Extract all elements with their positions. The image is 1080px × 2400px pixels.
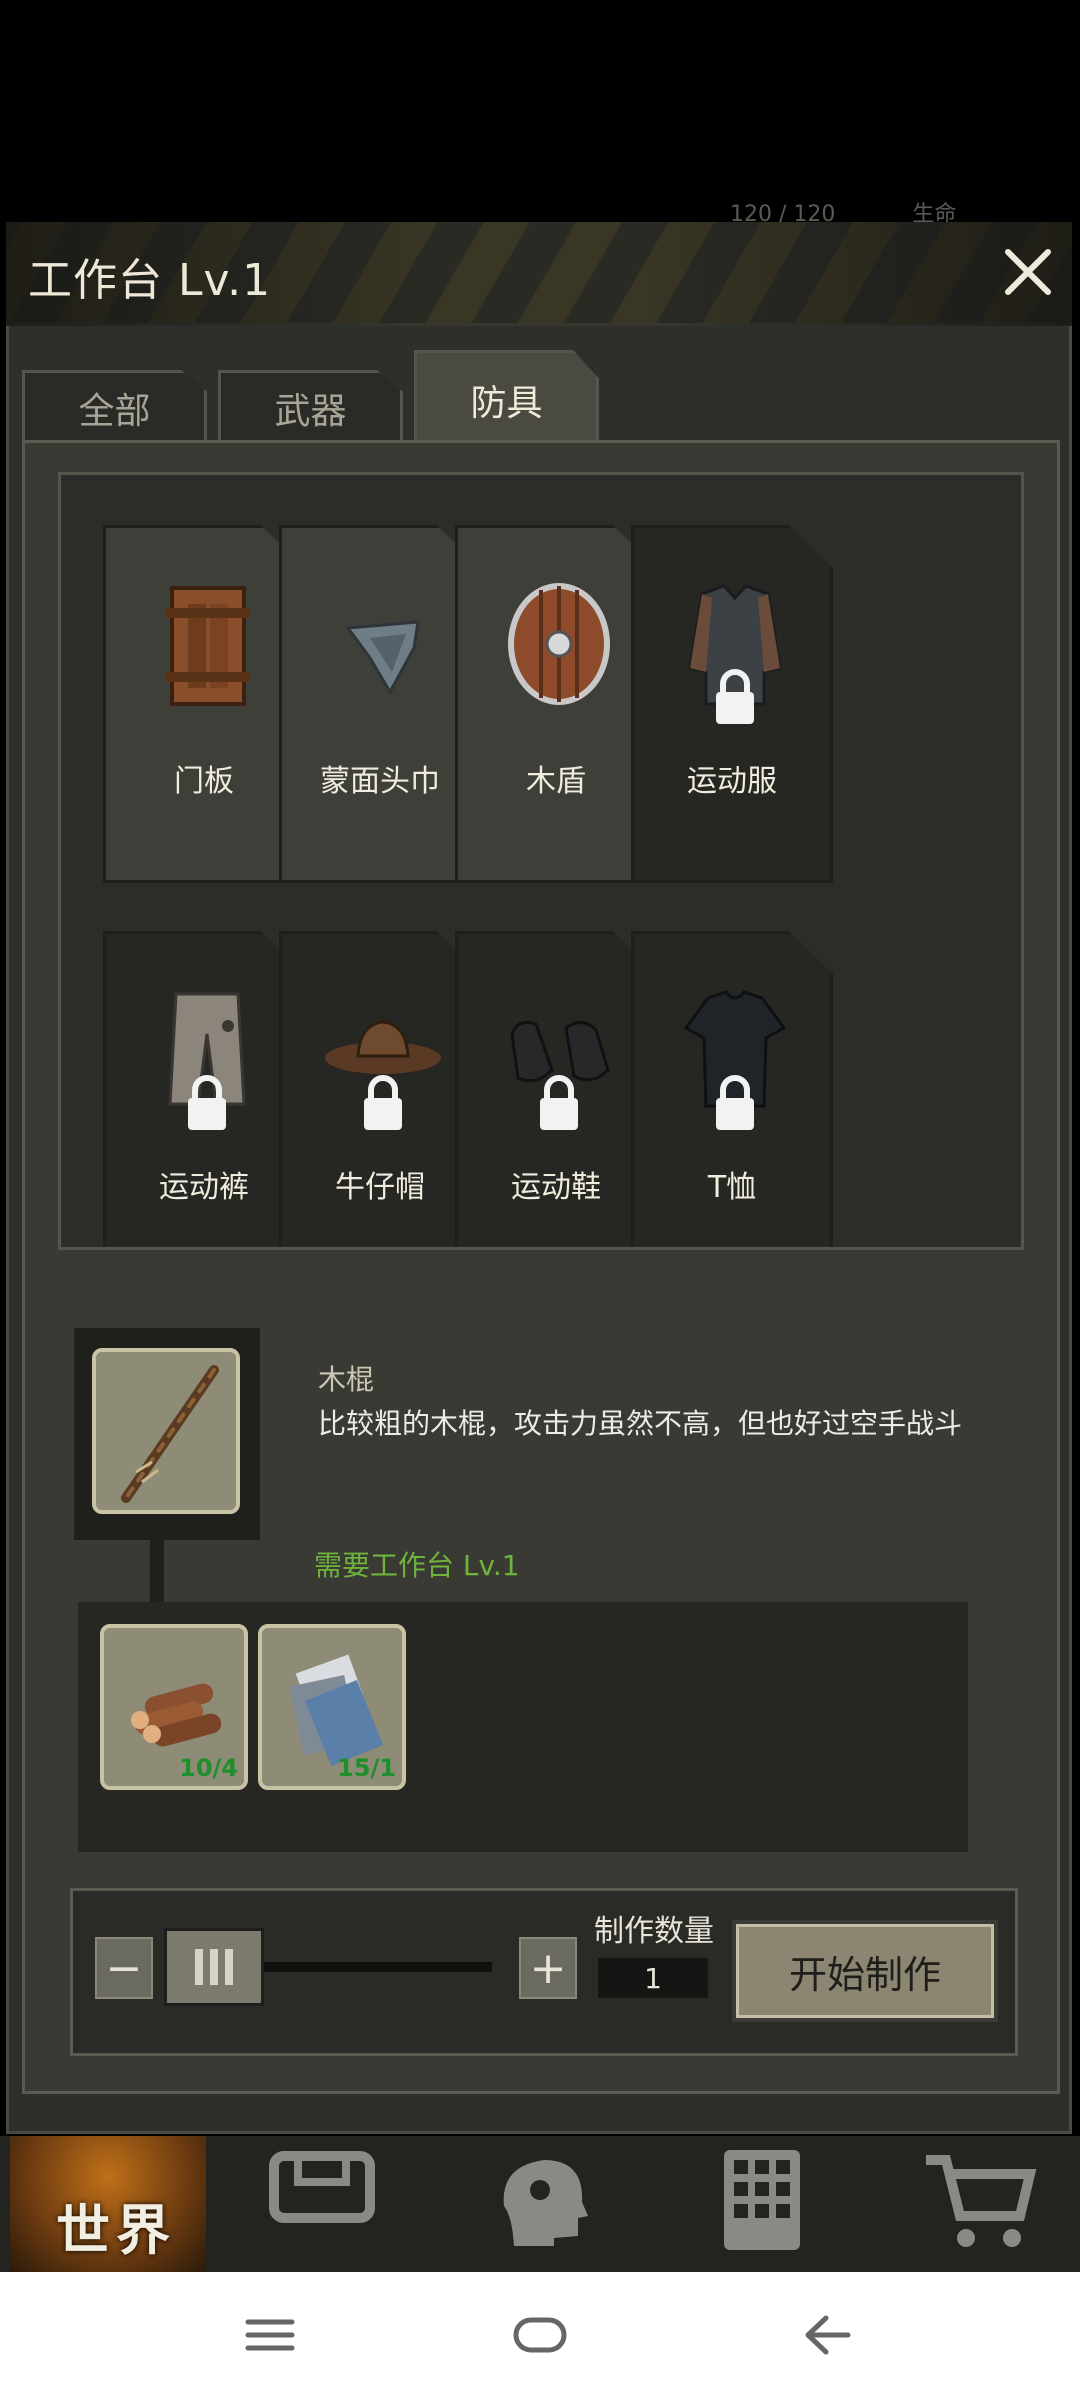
item-card-sports-jacket[interactable]: 运动服 [631,525,833,883]
recipe-requirement: 需要工作台 Lv.1 [314,1549,520,1582]
recipe-name: 木棍 [318,1363,375,1396]
quantity-value[interactable]: 1 [598,1958,708,1998]
item-card-tshirt[interactable]: T恤 [631,931,833,1247]
quantity-slider-thumb[interactable] [164,1928,264,2006]
nav-backpack-button[interactable] [262,2146,382,2256]
tab-label: 武器 [274,390,347,432]
recipe-item-slot[interactable] [92,1348,240,1514]
recipe-connector [150,1540,164,1602]
item-label: T恤 [707,1170,757,1205]
building-icon [724,2150,800,2250]
lock-icon [540,1075,578,1130]
back-arrow-icon [805,2315,851,2355]
nav-shop-button[interactable] [922,2146,1042,2256]
panel-title: 工作台 Lv.1 [28,255,272,306]
item-label: 牛仔帽 [335,1170,425,1205]
item-grid: 门板 蒙面头巾 木盾 运动服 运动裤 牛仔帽 运动鞋 T恤 [58,472,1024,1250]
lock-icon [188,1075,226,1130]
shopping-cart-icon [926,2155,1037,2247]
back-button[interactable] [796,2310,856,2360]
item-label: 运动裤 [159,1170,249,1205]
material-count: 10/4 [179,1754,238,1782]
decrease-button[interactable]: − [92,1934,156,2002]
door-board-icon [166,586,250,706]
recent-apps-button[interactable] [240,2310,300,2360]
nav-building-button[interactable] [702,2146,822,2256]
plus-icon: + [529,1942,567,1994]
home-icon [513,2317,567,2353]
head-profile-icon [503,2160,588,2246]
tab-weapons[interactable]: 武器 [218,370,403,442]
lock-icon [716,1075,754,1130]
lock-icon [716,669,754,724]
material-slot-cloth[interactable]: 15/1 [258,1624,406,1790]
start-crafting-label: 开始制作 [788,1952,941,1997]
close-icon [1005,249,1051,295]
minus-icon: − [105,1942,143,1994]
nav-world-label: 世界 [56,2199,176,2262]
item-label: 门板 [174,764,234,799]
wooden-shield-icon [508,583,610,705]
close-button[interactable] [996,240,1060,304]
start-crafting-button[interactable]: 开始制作 [732,1920,998,2022]
item-card-door-board[interactable]: 门板 [103,525,305,883]
item-card-cowboy-hat[interactable]: 牛仔帽 [279,931,481,1247]
item-label: 运动服 [687,764,777,799]
wooden-stick-icon [121,1365,219,1503]
quantity-label: 制作数量 [594,1914,714,1949]
item-label: 木盾 [526,764,586,799]
nav-skills-button[interactable] [484,2146,604,2256]
lock-icon [364,1075,402,1130]
recipe-description: 比较粗的木棍，攻击力虽然不高，但也好过空手战斗 [318,1407,963,1440]
tab-label: 全部 [78,390,151,432]
material-count: 15/1 [337,1754,396,1782]
item-card-wooden-shield[interactable]: 木盾 [455,525,657,883]
item-card-sneakers[interactable]: 运动鞋 [455,931,657,1247]
item-label: 蒙面头巾 [320,764,440,799]
backpack-icon [269,2151,375,2223]
tab-armor[interactable]: 防具 [414,350,599,446]
item-label: 运动鞋 [511,1170,601,1205]
home-button[interactable] [510,2310,570,2360]
increase-button[interactable]: + [516,1934,580,2002]
tab-all[interactable]: 全部 [22,370,207,442]
tab-label: 防具 [470,382,543,424]
grip-icon [195,1949,233,1985]
menu-icon [245,2319,295,2351]
item-card-sports-pants[interactable]: 运动裤 [103,931,305,1247]
bandana-icon [345,620,420,696]
item-card-bandana[interactable]: 蒙面头巾 [279,525,481,883]
material-slot-wood[interactable]: 10/4 [100,1624,248,1790]
